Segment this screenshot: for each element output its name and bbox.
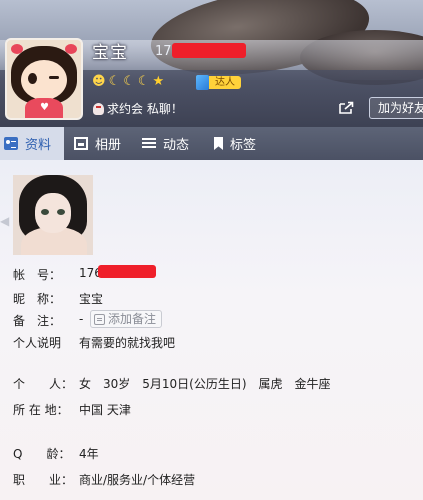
profile-header: ♥ 宝宝 176 ☻ ☾ ☾ ☾ ★ 达人 求约会 私聊！ 加为好友 <box>0 0 423 127</box>
description-value: 有需要的就找我吧 <box>79 336 176 350</box>
occupation-value: 商业/服务业/个体经营 <box>79 473 196 487</box>
moon-icon: ☾ <box>108 74 121 89</box>
redaction-mark <box>172 43 246 58</box>
level-icons[interactable]: ☻ ☾ ☾ ☾ ★ <box>92 74 164 90</box>
badge-icon <box>196 75 209 90</box>
nickname-value: 宝宝 <box>79 292 104 306</box>
tab-feed[interactable]: 动态 <box>142 127 189 160</box>
profile-photo[interactable] <box>13 175 93 255</box>
account-row: 帐 号： 176 <box>13 266 102 283</box>
profile-card-icon <box>4 137 18 150</box>
location-label: 所 在 地： <box>13 403 69 417</box>
remark-row: 备 注： - <box>13 312 83 329</box>
bookmark-icon <box>214 137 223 150</box>
redaction-mark <box>98 265 156 278</box>
daren-badge[interactable]: 达人 <box>196 75 241 90</box>
tagline-text: 求约会 私聊！ <box>107 102 183 116</box>
photo-album-icon <box>74 137 88 150</box>
share-icon[interactable] <box>338 100 355 115</box>
personal-row: 个 人： 女 30岁 5月10日(公历生日) 属虎 金牛座 <box>13 375 331 392</box>
moon-icon: ☾ <box>137 74 150 89</box>
scroll-left-arrow-icon[interactable]: ◀ <box>0 214 9 228</box>
badge-label: 达人 <box>209 76 241 89</box>
qage-label: Q 龄： <box>13 447 71 461</box>
tab-tags[interactable]: 标签 <box>214 127 256 160</box>
description-row: 个人说明 有需要的就找我吧 <box>13 334 175 351</box>
tab-label: 相册 <box>95 138 122 153</box>
star-icon: ★ <box>152 74 165 89</box>
tab-profile[interactable]: 资料 <box>0 127 64 160</box>
tab-label: 资料 <box>25 138 52 153</box>
remark-label: 备 注： <box>13 314 62 328</box>
nickname-label: 昵 称： <box>13 292 62 306</box>
personal-value: 女 30岁 5月10日(公历生日) 属虎 金牛座 <box>79 377 331 391</box>
personal-label: 个 人： <box>13 377 74 391</box>
add-friend-button[interactable]: 加为好友 <box>369 97 423 119</box>
avatar[interactable]: ♥ <box>5 38 83 120</box>
tab-label: 动态 <box>163 138 190 153</box>
add-remark-button[interactable]: 添加备注 <box>90 310 163 328</box>
add-remark-label: 添加备注 <box>108 312 157 326</box>
remark-value: - <box>79 312 84 326</box>
moon-icon: ☾ <box>123 74 135 89</box>
location-row: 所 在 地： 中国 天津 <box>13 401 131 418</box>
ghost-icon <box>93 102 104 115</box>
tab-label: 标签 <box>230 138 257 153</box>
tab-album[interactable]: 相册 <box>74 127 121 160</box>
account-label: 帐 号： <box>13 268 62 282</box>
description-label: 个人说明 <box>13 336 62 350</box>
qage-value: 4年 <box>79 447 99 461</box>
occupation-row: 职 业： 商业/服务业/个体经营 <box>13 471 195 488</box>
qage-row: Q 龄： 4年 <box>13 445 99 462</box>
feed-list-icon <box>142 137 156 150</box>
sun-icon: ☻ <box>92 74 106 89</box>
note-icon <box>94 313 105 325</box>
location-value: 中国 天津 <box>79 403 131 417</box>
nickname-title: 宝宝 <box>92 43 128 63</box>
occupation-label: 职 业： <box>13 473 74 487</box>
tab-bar: 资料 相册 动态 标签 <box>0 127 423 160</box>
nickname-row: 昵 称： 宝宝 <box>13 290 103 307</box>
tagline: 求约会 私聊！ <box>93 100 183 117</box>
